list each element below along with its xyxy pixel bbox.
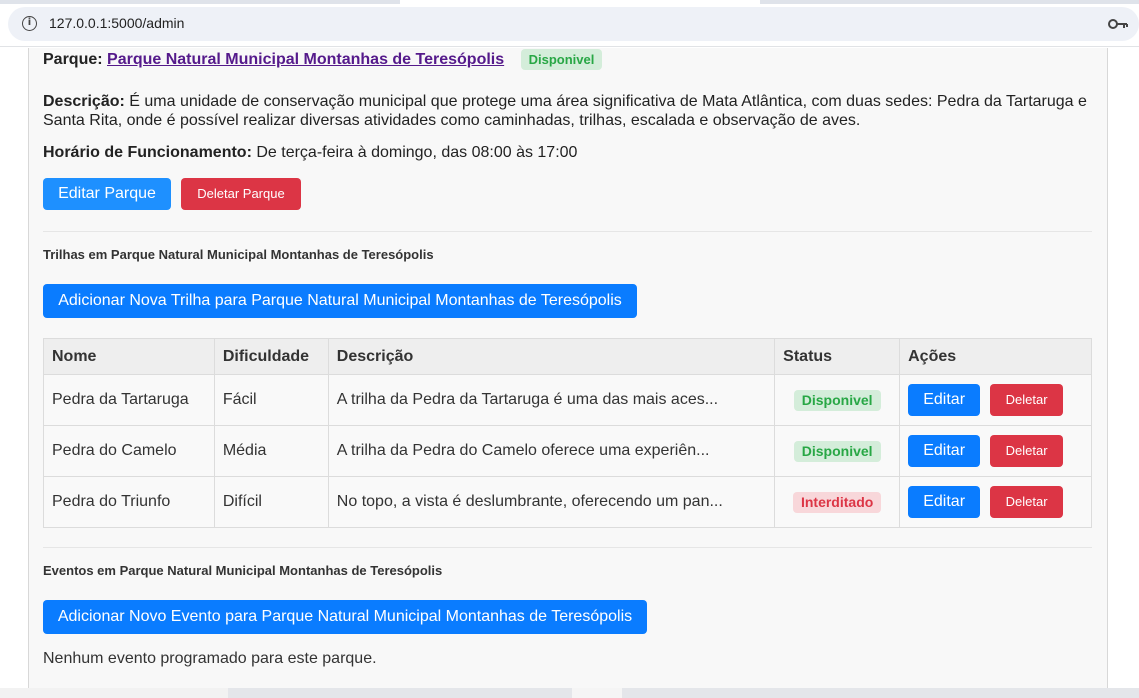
park-status-badge: Disponivel: [520, 49, 603, 70]
status-badge: Disponivel: [793, 440, 881, 462]
trail-description: A trilha da Pedra da Tartaruga é uma das…: [327, 374, 776, 426]
column-header-difficulty: Dificuldade: [213, 338, 329, 375]
add-event-button[interactable]: Adicionar Novo Evento para Parque Natura…: [43, 600, 647, 634]
edit-trail-button[interactable]: Editar: [908, 486, 981, 518]
trail-name: Pedra do Camelo: [43, 425, 215, 477]
column-header-status: Status: [774, 338, 901, 375]
trail-actions-cell: Editar Deletar: [899, 425, 1092, 477]
edit-trail-button[interactable]: Editar: [908, 435, 981, 467]
hours-label: Horário de Funcionamento:: [43, 144, 252, 161]
delete-trail-button[interactable]: Deletar: [990, 486, 1064, 518]
park-description: Descrição: É uma unidade de conservação …: [43, 92, 1103, 130]
status-badge: Interditado: [792, 491, 882, 513]
hours-text: De terça-feira à domingo, das 08:00 às 1…: [256, 144, 578, 161]
delete-trail-button[interactable]: Deletar: [990, 435, 1064, 467]
table-header-row: Nome Dificuldade Descrição Status Ações: [43, 338, 1092, 375]
page: Parque: Parque Natural Municipal Montanh…: [0, 48, 1139, 698]
table-row: Pedra da Tartaruga Fácil A trilha da Ped…: [43, 374, 1092, 426]
trails-heading: Trilhas em Parque Natural Municipal Mont…: [43, 247, 434, 262]
trails-table: Nome Dificuldade Descrição Status Ações …: [43, 338, 1092, 528]
park-label: Parque:: [43, 51, 103, 68]
column-header-description: Descrição: [327, 338, 776, 375]
status-badge: Disponivel: [793, 389, 881, 411]
park-title-line: Parque: Parque Natural Municipal Montanh…: [43, 49, 603, 70]
divider: [43, 231, 1092, 232]
edit-trail-button[interactable]: Editar: [908, 384, 981, 416]
info-icon[interactable]: i: [22, 16, 37, 31]
trail-difficulty: Difícil: [213, 476, 329, 528]
table-row: Pedra do Triunfo Difícil No topo, a vist…: [43, 476, 1092, 528]
trail-name: Pedra da Tartaruga: [43, 374, 215, 426]
delete-trail-button[interactable]: Deletar: [990, 384, 1064, 416]
trail-description: No topo, a vista é deslumbrante, oferece…: [327, 476, 776, 528]
description-text: É uma unidade de conservação municipal q…: [43, 93, 1087, 129]
delete-park-button[interactable]: Deletar Parque: [181, 178, 301, 210]
park-name-link[interactable]: Parque Natural Municipal Montanhas de Te…: [107, 51, 504, 68]
taskbar: [0, 688, 1139, 698]
trail-status-cell: Interditado: [774, 476, 901, 528]
trail-description: A trilha da Pedra do Camelo oferece uma …: [327, 425, 776, 477]
edit-park-button[interactable]: Editar Parque: [43, 178, 171, 210]
column-header-name: Nome: [43, 338, 215, 375]
divider: [43, 547, 1092, 548]
events-heading: Eventos em Parque Natural Municipal Mont…: [43, 563, 443, 578]
table-row: Pedra do Camelo Média A trilha da Pedra …: [43, 425, 1092, 477]
browser-toolbar: i 127.0.0.1:5000/admin: [0, 0, 1139, 47]
trail-status-cell: Disponivel: [774, 425, 901, 477]
trail-name: Pedra do Triunfo: [43, 476, 215, 528]
add-trail-button[interactable]: Adicionar Nova Trilha para Parque Natura…: [43, 284, 637, 318]
park-hours: Horário de Funcionamento: De terça-feira…: [43, 143, 577, 162]
trail-actions-cell: Editar Deletar: [899, 476, 1092, 528]
trail-status-cell: Disponivel: [774, 374, 901, 426]
trail-difficulty: Fácil: [213, 374, 329, 426]
trail-difficulty: Média: [213, 425, 329, 477]
column-header-actions: Ações: [899, 338, 1092, 375]
key-icon[interactable]: [1107, 15, 1129, 33]
trail-actions-cell: Editar Deletar: [899, 374, 1092, 426]
no-events-text: Nenhum evento programado para este parqu…: [43, 650, 377, 667]
tab-strip: [0, 0, 1139, 4]
url-text[interactable]: 127.0.0.1:5000/admin: [49, 15, 184, 31]
description-label: Descrição:: [43, 93, 125, 110]
